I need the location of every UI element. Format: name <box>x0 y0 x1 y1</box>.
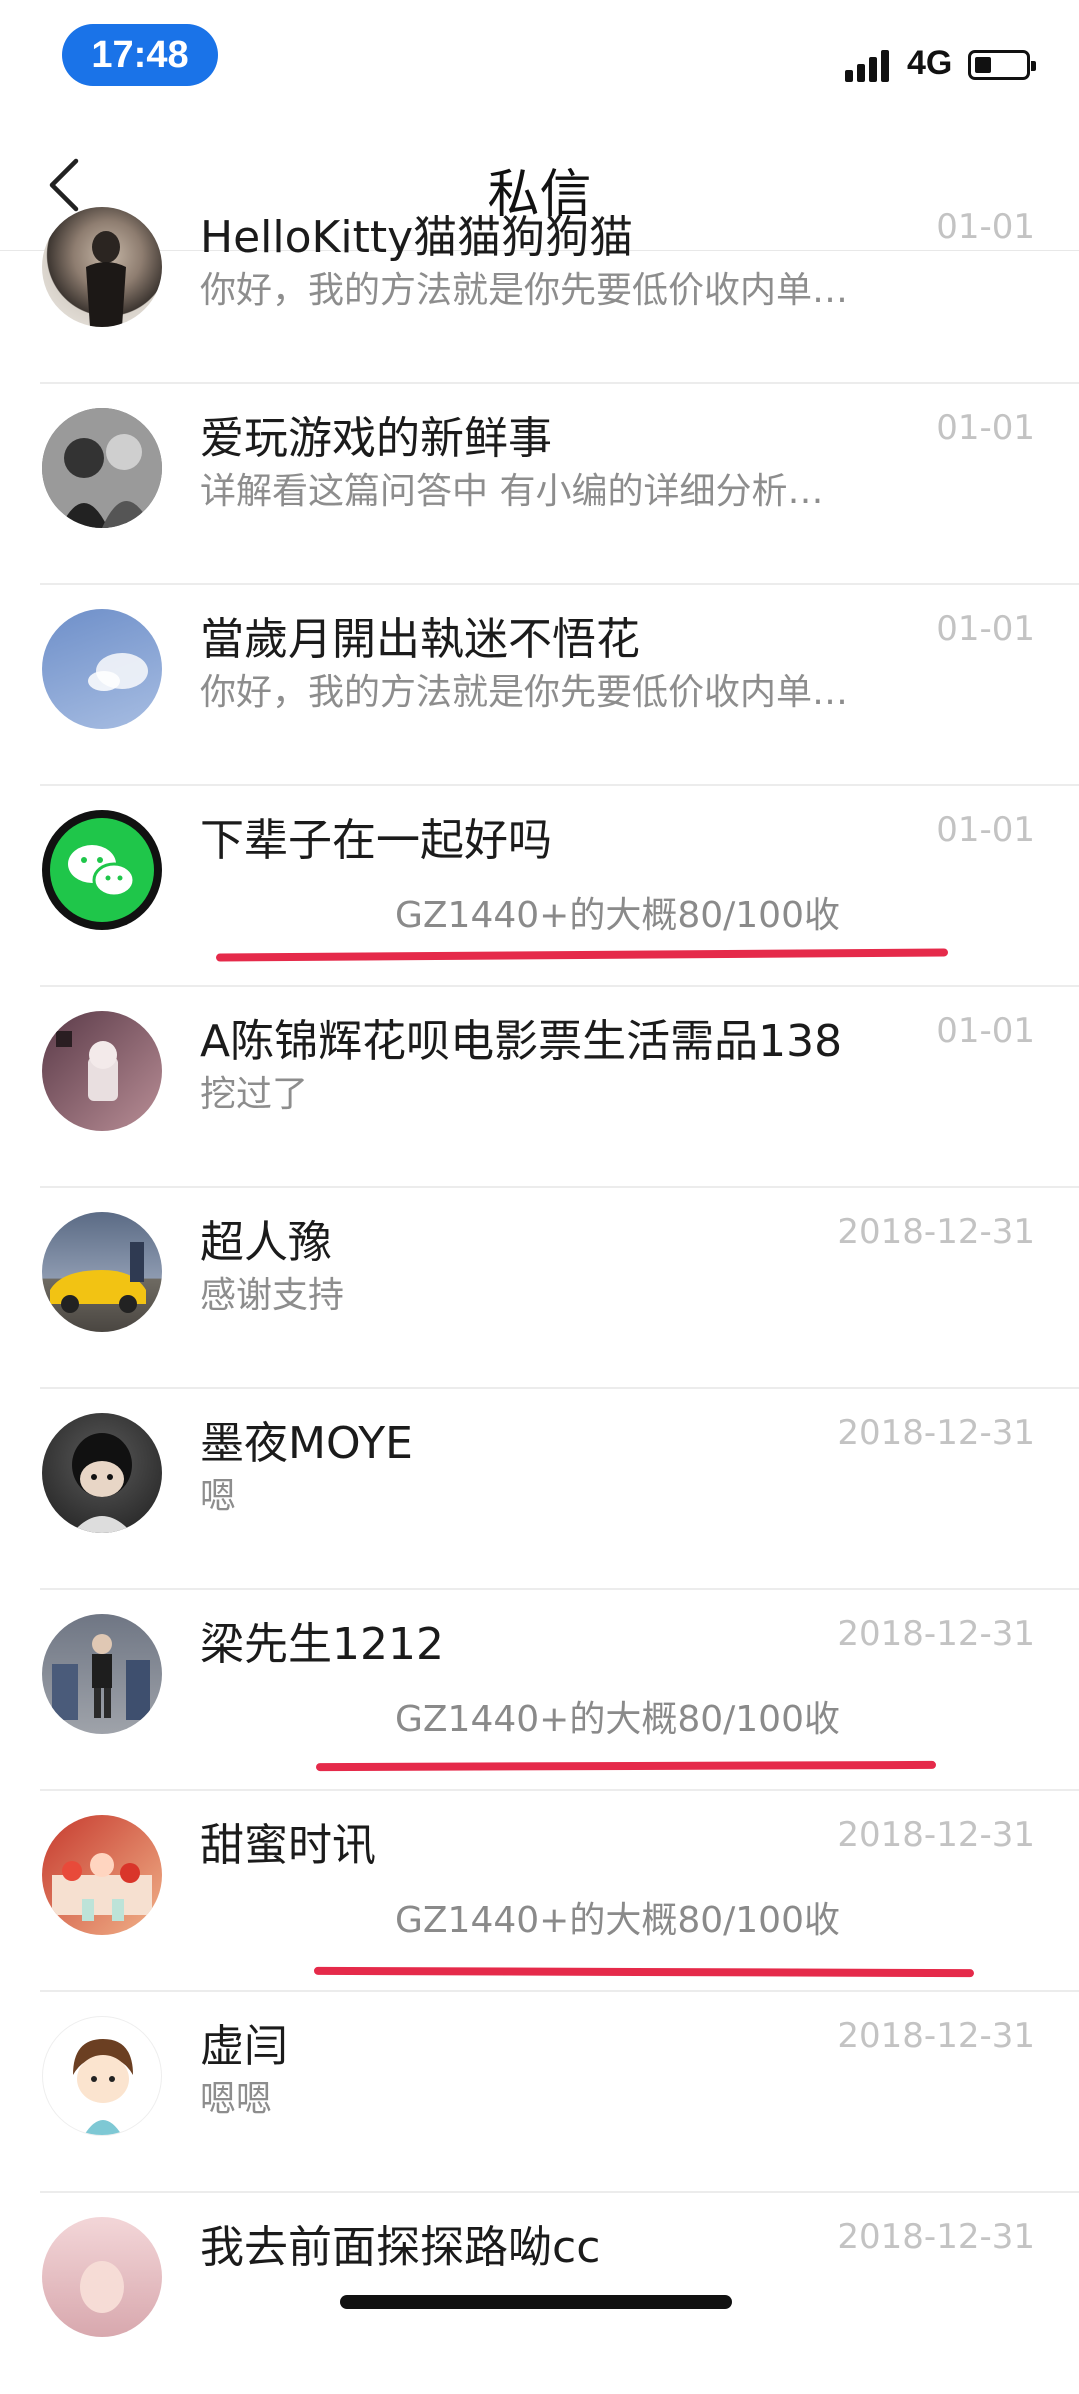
list-item[interactable]: 虚闫 嗯嗯 2018-12-31 <box>0 1992 1079 2193</box>
avatar <box>42 1413 162 1533</box>
avatar <box>42 2217 162 2337</box>
message-preview: 你好，我的方法就是你先要低价收内单… <box>200 672 849 713</box>
signal-icon <box>845 48 895 82</box>
list-item[interactable]: A陈锦辉花呗电影票生活需品138 挖过了 01-01 <box>0 987 1079 1188</box>
message-list: HelloKitty猫猫狗狗猫 你好，我的方法就是你先要低价收内单… 01-01… <box>0 207 1079 2394</box>
highlight-underline <box>313 1966 975 1978</box>
avatar <box>42 1614 162 1734</box>
contact-name: A陈锦辉花呗电影票生活需品138 <box>200 1016 843 1067</box>
avatar <box>42 1011 162 1131</box>
message-date: 01-01 <box>936 609 1035 649</box>
contact-name: 爱玩游戏的新鲜事 <box>200 413 552 464</box>
contact-name: 當歲月開出執迷不悟花 <box>200 614 640 665</box>
contact-name: HelloKitty猫猫狗狗猫 <box>200 212 634 263</box>
message-date: 2018-12-31 <box>837 1212 1035 1252</box>
message-date: 2018-12-31 <box>837 2016 1035 2056</box>
contact-name: 墨夜MOYE <box>200 1418 413 1469</box>
network-type: 4G <box>907 44 953 82</box>
list-item[interactable]: 下辈子在一起好吗 GZ1440+的大概80/100收 01-01 <box>0 786 1079 987</box>
message-preview: 挖过了 <box>200 1074 309 1115</box>
wechat-icon <box>42 810 162 930</box>
battery-icon <box>968 50 1036 80</box>
contact-name: 甜蜜时讯 <box>200 1820 376 1871</box>
avatar <box>42 2016 162 2136</box>
avatar <box>42 408 162 528</box>
highlight-underline <box>315 1760 937 1772</box>
highlight-underline <box>215 948 949 962</box>
message-preview: 详解看这篇问答中 有小编的详细分析… <box>200 471 824 512</box>
avatar <box>42 609 162 729</box>
message-preview: 嗯嗯 <box>200 2079 273 2120</box>
list-item[interactable]: HelloKitty猫猫狗狗猫 你好，我的方法就是你先要低价收内单… 01-01 <box>0 183 1079 384</box>
list-item[interactable]: 梁先生1212 GZ1440+的大概80/100收 2018-12-31 <box>0 1590 1079 1791</box>
message-date: 01-01 <box>936 408 1035 448</box>
message-date: 01-01 <box>936 1011 1035 1051</box>
message-preview: GZ1440+的大概80/100收 <box>395 1699 840 1740</box>
message-date: 2018-12-31 <box>837 1614 1035 1654</box>
list-item[interactable]: 墨夜MOYE 嗯 2018-12-31 <box>0 1389 1079 1590</box>
contact-name: 虚闫 <box>200 2021 288 2072</box>
contact-name: 下辈子在一起好吗 <box>200 815 552 866</box>
message-preview: GZ1440+的大概80/100收 <box>395 895 840 936</box>
message-date: 2018-12-31 <box>837 1413 1035 1453</box>
contact-name: 梁先生1212 <box>200 1619 444 1670</box>
message-date: 01-01 <box>936 207 1035 247</box>
message-preview: 嗯 <box>200 1476 237 1517</box>
status-bar: 17:48 4G <box>0 0 1079 110</box>
list-item[interactable]: 我去前面探探路呦cc 2018-12-31 <box>0 2193 1079 2394</box>
home-indicator[interactable] <box>340 2295 732 2309</box>
status-time: 17:48 <box>62 24 218 86</box>
list-item[interactable]: 當歲月開出執迷不悟花 你好，我的方法就是你先要低价收内单… 01-01 <box>0 585 1079 786</box>
avatar <box>42 1815 162 1935</box>
contact-name: 超人豫 <box>200 1217 332 1268</box>
message-date: 2018-12-31 <box>837 1815 1035 1855</box>
message-date: 2018-12-31 <box>837 2217 1035 2257</box>
list-item[interactable]: 爱玩游戏的新鲜事 详解看这篇问答中 有小编的详细分析… 01-01 <box>0 384 1079 585</box>
message-preview: GZ1440+的大概80/100收 <box>395 1900 840 1941</box>
message-preview: 感谢支持 <box>200 1275 345 1316</box>
list-item[interactable]: 甜蜜时讯 GZ1440+的大概80/100收 2018-12-31 <box>0 1791 1079 1992</box>
message-preview: 你好，我的方法就是你先要低价收内单… <box>200 270 849 311</box>
message-date: 01-01 <box>936 810 1035 850</box>
avatar <box>42 207 162 327</box>
list-item[interactable]: 超人豫 感谢支持 2018-12-31 <box>0 1188 1079 1389</box>
contact-name: 我去前面探探路呦cc <box>200 2222 601 2273</box>
avatar <box>42 1212 162 1332</box>
